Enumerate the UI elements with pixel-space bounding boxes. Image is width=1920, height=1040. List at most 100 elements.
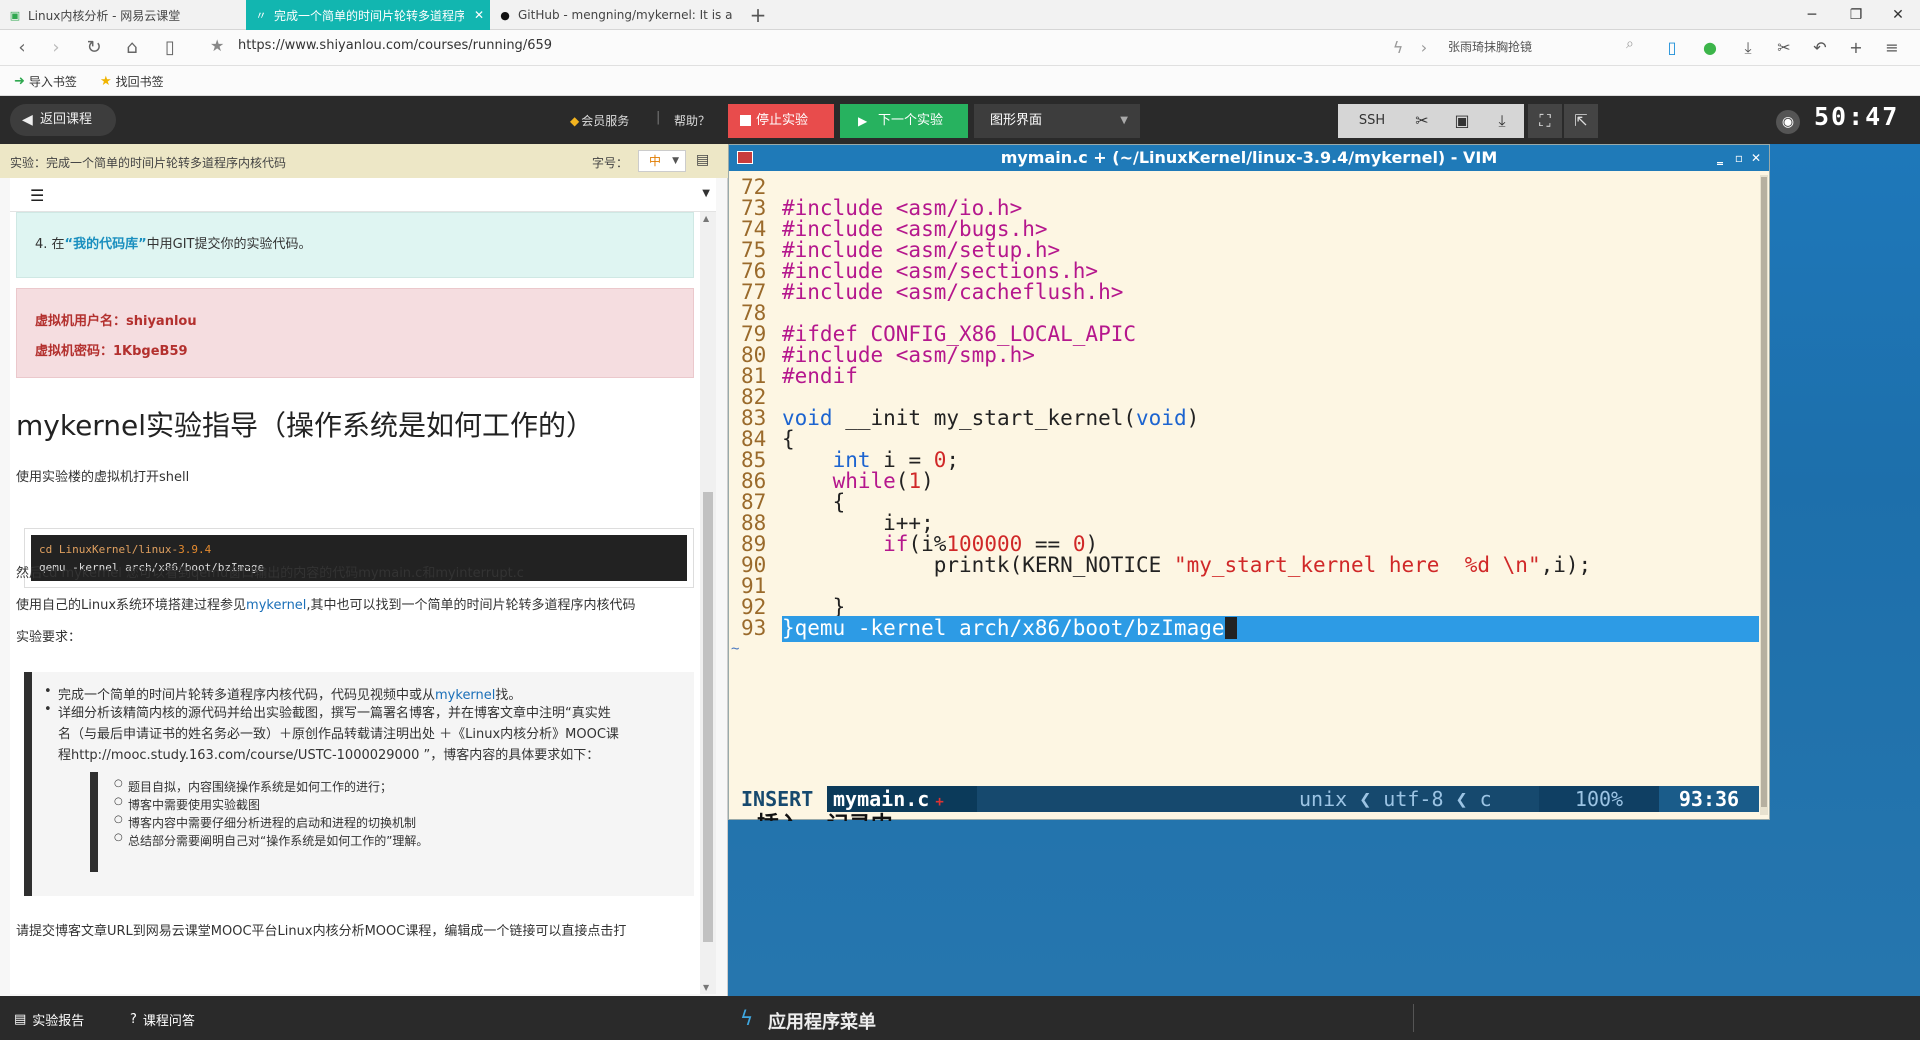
vim-mode: INSERT xyxy=(729,786,827,812)
screenshot-icon[interactable]: ▣ xyxy=(1442,104,1482,138)
browser-tab-bar: ▣ Linux内核分析 - 网易云课堂 〃 完成一个简单的时间片轮转多道程序内核… xyxy=(0,0,1920,30)
undo-icon[interactable]: ↶ xyxy=(1808,36,1832,60)
lab-report-button[interactable]: ▤ 实验报告 xyxy=(14,1010,84,1029)
paragraph-text: 使用自己的Linux系统环境搭建过程参见 xyxy=(16,598,247,613)
ssh-button[interactable]: SSH xyxy=(1342,104,1402,138)
list-text: 总结部分需要阐明自己对“操作系统是如何工作的”理解。 xyxy=(128,834,429,848)
app-menu-icon[interactable]: ϟ xyxy=(740,1006,753,1030)
app-menu-label[interactable]: 应用程序菜单 xyxy=(768,1008,876,1034)
vim-minimize-icon[interactable]: ‗ xyxy=(1717,145,1723,171)
mykernel-link[interactable]: mykernel xyxy=(435,688,495,703)
list-item: • 详细分析该精简内核的源代码并给出实验截图，撰写一篇署名博客，并在博客文章中注… xyxy=(44,702,619,763)
vim-cmdline: -- 插入 --记录中 xyxy=(729,813,1759,821)
flash-icon[interactable]: ϟ xyxy=(1386,36,1410,60)
download-icon[interactable]: ⤓ xyxy=(1736,36,1760,60)
browser-nav-bar: ‹ › ↻ ⌂ ▯ ★ https://www.shiyanlou.com/co… xyxy=(0,30,1920,66)
vim-editor[interactable]: INSERT mymain.c + unix ❮ utf-8 ❮ c 100% 9… xyxy=(729,171,1759,821)
list-icon: ☰ xyxy=(30,186,45,205)
list-item: ○ 题目自拟，内容围绕操作系统是如何工作的进行； xyxy=(114,778,392,795)
toc-bar[interactable]: ☰ ▼ xyxy=(10,178,716,212)
tab-github[interactable]: ● GitHub - mengning/mykernel: It is a xyxy=(490,0,738,30)
vim-title-bar[interactable]: mymain.c + (~/LinuxKernel/linux-3.9.4/my… xyxy=(729,145,1769,171)
lab-title: 实验：完成一个简单的时间片轮转多道程序内核代码 xyxy=(10,156,287,170)
list-text: 程http://mooc.study.163.com/course/USTC-1… xyxy=(58,748,600,763)
bookmark-star-icon[interactable]: ★ xyxy=(210,36,224,55)
tab-shiyanlou[interactable]: 〃 完成一个简单的时间片轮转多道程序内核代码 ✕ xyxy=(246,0,490,30)
mobile-icon[interactable]: ▯ xyxy=(1660,36,1684,60)
vim-scroll-thumb[interactable] xyxy=(1761,177,1767,807)
fullscreen-icon[interactable]: ⛶ xyxy=(1528,104,1562,138)
minimize-window-button[interactable]: ─ xyxy=(1790,0,1834,30)
forward-icon[interactable]: › xyxy=(44,36,68,60)
vim-maximize-icon[interactable]: ▫ xyxy=(1735,145,1743,171)
code-line: void __init my_start_kernel(void) xyxy=(782,406,1200,430)
back-to-course-label: 返回课程 xyxy=(40,112,93,127)
tab-netease[interactable]: ▣ Linux内核分析 - 网易云课堂 xyxy=(0,0,246,30)
course-qa-button[interactable]: ? 课程问答 xyxy=(130,1010,195,1029)
next-lab-button[interactable]: ▶ 下一个实验 xyxy=(840,104,968,138)
my-repo-link[interactable]: “我的代码库” xyxy=(65,237,147,252)
list-text: 名（与最后申请证书的姓名务必一致）＋原创作品转载请注明出处 ＋《Linux内核分… xyxy=(58,727,619,742)
text-cursor xyxy=(1224,617,1237,639)
tab-title: 完成一个简单的时间片轮转多道程序内核代码 xyxy=(274,8,464,23)
scissors-icon[interactable]: ✂ xyxy=(1402,104,1442,138)
download-icon[interactable]: ⤓ xyxy=(1482,104,1522,138)
add-icon[interactable]: + xyxy=(1844,36,1868,60)
code-line: printk(KERN_NOTICE "my_start_kernel here… xyxy=(782,553,1592,577)
bookmark-label: 找回书签 xyxy=(115,75,164,89)
vim-filename-text: mymain.c xyxy=(833,787,930,811)
code-line: #include <asm/cacheflush.h> xyxy=(782,280,1124,304)
list-item: • 完成一个简单的时间片轮转多道程序内核代码，代码见视频中或从mykernel找… xyxy=(44,684,522,703)
scroll-up-icon[interactable]: ▲ xyxy=(703,214,709,223)
reload-icon[interactable]: ↻ xyxy=(82,36,106,60)
bullet-icon: ○ xyxy=(114,778,123,789)
requirements-quote: • 完成一个简单的时间片轮转多道程序内核代码，代码见视频中或从mykernel找… xyxy=(24,672,694,896)
search-icon[interactable]: ⌕ xyxy=(1626,36,1634,52)
menu-icon[interactable]: ≡ xyxy=(1880,36,1904,60)
popout-icon[interactable]: ⇱ xyxy=(1564,104,1598,138)
new-tab-button[interactable]: + xyxy=(746,2,770,28)
home-icon[interactable]: ⌂ xyxy=(120,36,144,60)
restore-window-button[interactable]: ❐ xyxy=(1834,0,1878,30)
page-heading: mykernel实验指导（操作系统是如何工作的） xyxy=(16,409,595,442)
vim-cursor-position: 93:36 xyxy=(1659,786,1759,812)
back-icon[interactable]: ‹ xyxy=(10,36,34,60)
back-to-course-button[interactable]: ◀ 返回课程 xyxy=(10,104,116,136)
eye-icon[interactable]: ◉ xyxy=(1776,110,1800,134)
stop-lab-button[interactable]: 停止实验 xyxy=(728,104,834,138)
info-box: 4. 在“我的代码库”中用GIT提交你的实验代码。 xyxy=(16,212,694,278)
reader-icon[interactable]: ▯ xyxy=(158,36,182,60)
list-item: ○ 博客内容中需要仔细分析进程的启动和进程的切换机制 xyxy=(114,814,416,831)
gui-mode-select[interactable]: 图形界面 ▼ xyxy=(974,104,1140,138)
help-link[interactable]: 帮助？ xyxy=(674,112,710,129)
chevron-right-icon[interactable]: › xyxy=(1412,36,1436,60)
close-window-button[interactable]: ✕ xyxy=(1876,0,1920,30)
vim-window[interactable]: mymain.c + (~/LinuxKernel/linux-3.9.4/my… xyxy=(728,144,1770,821)
bookmark-recover[interactable]: ★ 找回书签 xyxy=(100,73,164,90)
mykernel-link[interactable]: mykernel xyxy=(246,598,306,613)
fontsize-select[interactable]: 中 ▼ xyxy=(638,150,686,172)
lab-report-label: 实验报告 xyxy=(32,1014,85,1029)
instructions-scrollbar[interactable]: ▲ ▼ xyxy=(700,212,716,994)
cut-icon[interactable]: ✂ xyxy=(1772,36,1796,60)
fontsize-value: 中 xyxy=(649,154,662,168)
list-text: 找。 xyxy=(495,688,522,703)
scroll-down-icon[interactable]: ▼ xyxy=(703,983,709,992)
search-input[interactable]: 张雨琦抹胸抢镜 xyxy=(1448,38,1648,55)
bullet-icon: ○ xyxy=(114,814,123,825)
close-tab-icon[interactable]: ✕ xyxy=(474,8,484,22)
toolbar-separator: | xyxy=(656,110,661,125)
address-bar[interactable]: https://www.shiyanlou.com/courses/runnin… xyxy=(238,38,552,53)
stop-lab-label: 停止实验 xyxy=(756,113,809,128)
vip-link[interactable]: ◆ 会员服务 xyxy=(570,112,629,129)
chevron-down-icon: ▼ xyxy=(672,156,679,166)
paragraph: 使用自己的Linux系统环境搭建过程参见mykernel,其中也可以找到一个简单… xyxy=(16,594,636,613)
vim-close-icon[interactable]: ✕ xyxy=(1751,145,1761,171)
scroll-thumb[interactable] xyxy=(703,492,713,942)
bookmark-import[interactable]: ➜ 导入书签 xyxy=(14,73,77,90)
document-icon[interactable]: ▤ xyxy=(696,152,709,168)
paragraph: 请提交博客文章URL到网易云课堂MOOC平台Linux内核分析MOOC课程，编辑… xyxy=(16,924,627,939)
vim-scrollbar[interactable] xyxy=(1760,175,1768,815)
vim-statusline: INSERT mymain.c + unix ❮ utf-8 ❮ c 100% 9… xyxy=(729,786,1759,812)
wechat-icon[interactable]: ● xyxy=(1698,36,1722,60)
